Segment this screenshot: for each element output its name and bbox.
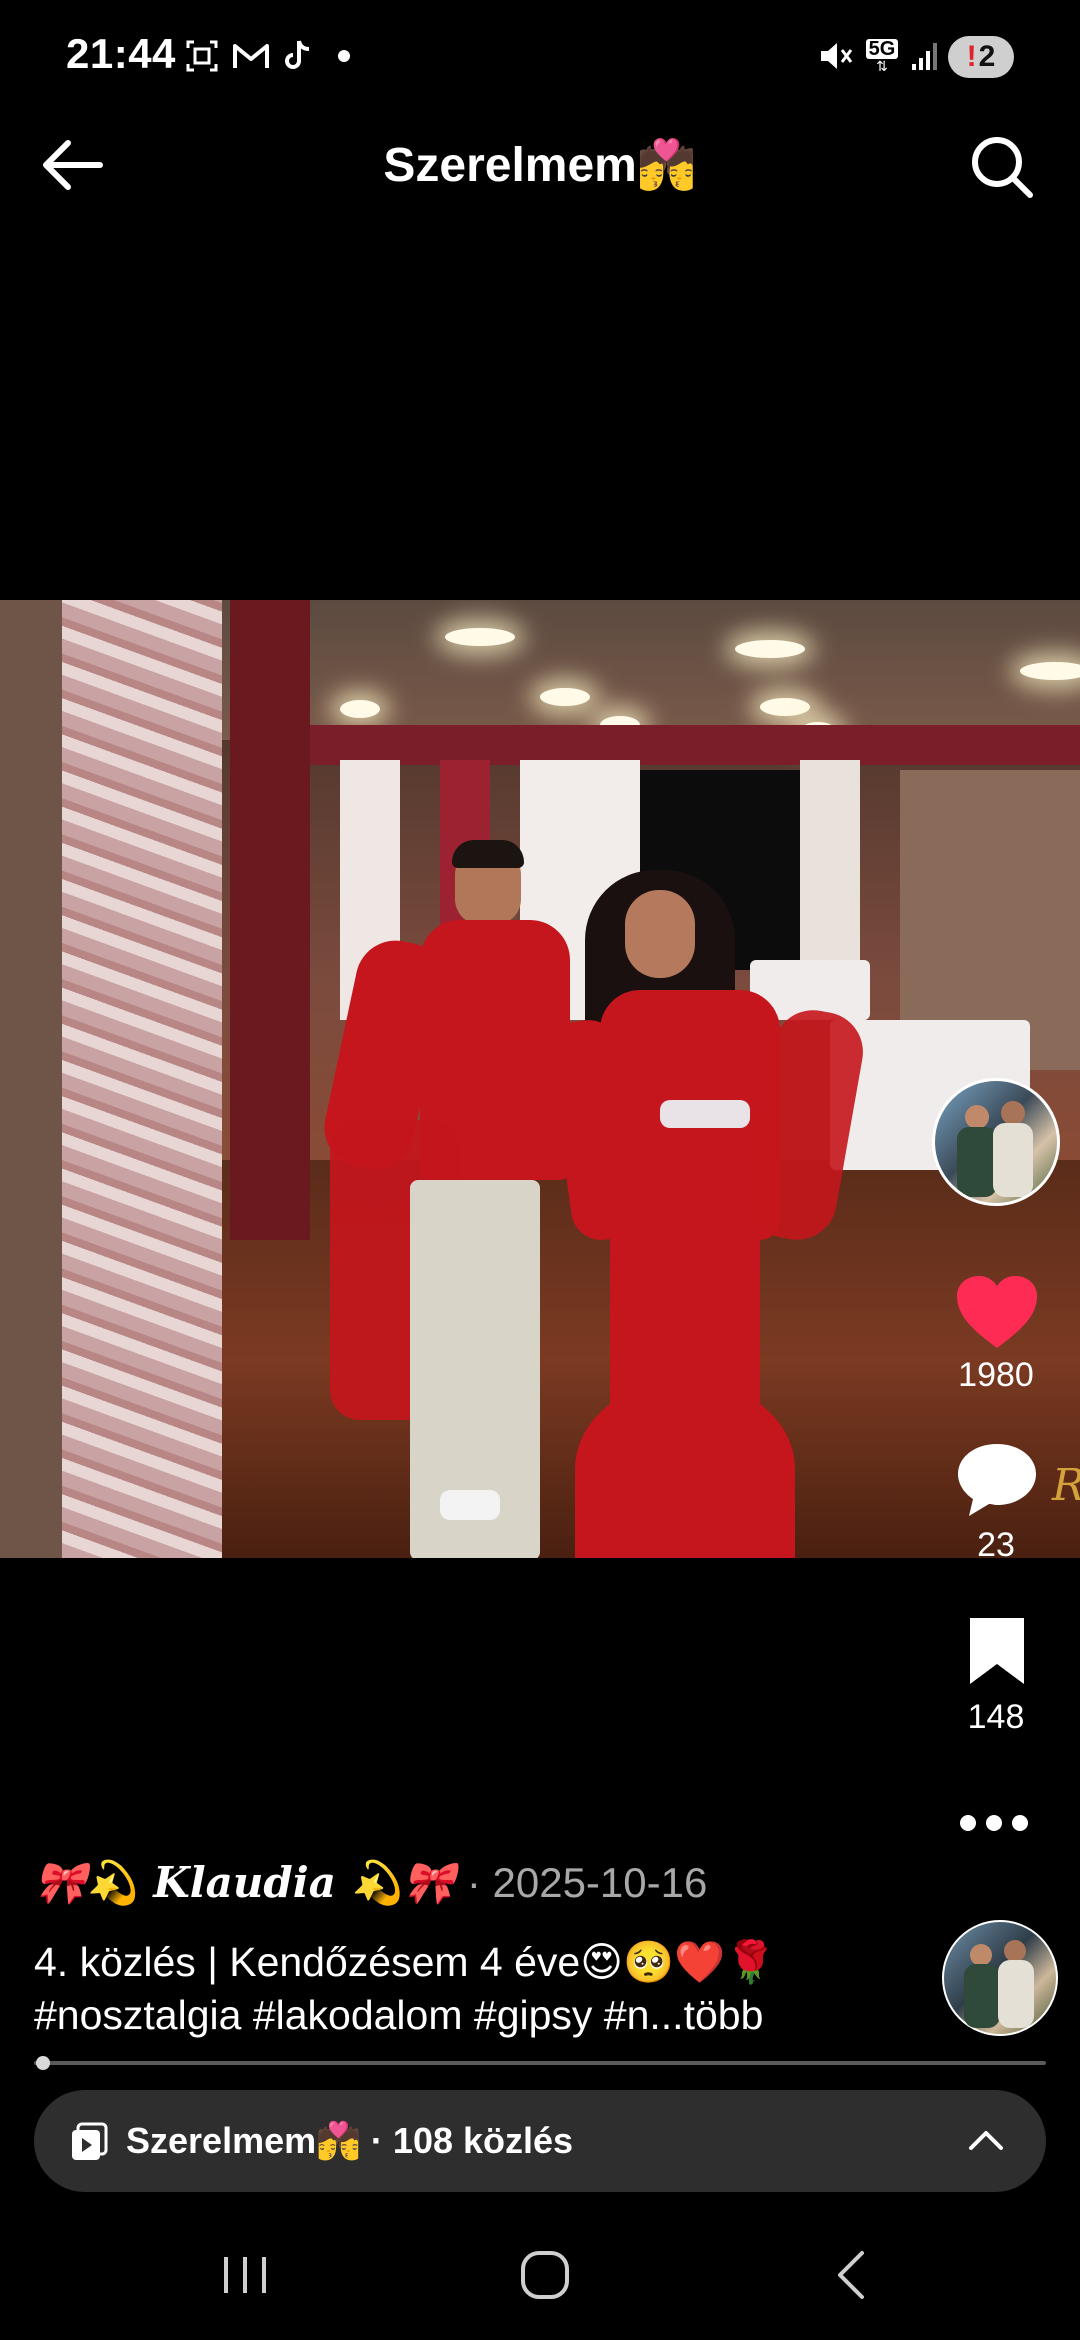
- ceiling-light: [540, 688, 590, 706]
- battery-warning: !: [966, 40, 977, 73]
- recent-apps-button[interactable]: [210, 2240, 280, 2310]
- bride-belt: [660, 1100, 750, 1128]
- system-back-button[interactable]: [816, 2240, 886, 2310]
- comment-bubble-icon: [958, 1444, 1036, 1516]
- ceiling-light: [1020, 662, 1080, 680]
- groom-hair: [452, 840, 524, 868]
- network-label: 5G: [865, 39, 899, 59]
- ceiling-light: [340, 700, 380, 718]
- video-progress-handle[interactable]: [36, 2056, 50, 2070]
- playlist-avatar[interactable]: [942, 1920, 1058, 2036]
- page-title: Szerelmem💏: [383, 139, 697, 192]
- save-button[interactable]: [962, 1614, 1032, 1690]
- video-watermark: R: [1052, 1460, 1080, 1511]
- left-wall: [0, 600, 62, 1558]
- curtain-left: [230, 600, 310, 1240]
- network-5g-icon: 5G ⇅: [862, 38, 902, 74]
- author-name[interactable]: 🎀💫 𝑲𝒍𝒂𝒖𝒅𝒊𝒂 💫🎀: [34, 1858, 455, 1907]
- heart-icon: [957, 1276, 1037, 1348]
- battery-level: 2: [978, 40, 996, 73]
- playlist-icon: [70, 2122, 110, 2162]
- battery-badge: ! 2: [948, 36, 1014, 78]
- date-separator: ·: [455, 1859, 493, 1906]
- dot-icon: [336, 38, 352, 74]
- signal-icon: [908, 38, 942, 74]
- more-dots-icon: [960, 1815, 1028, 1831]
- curtain-valance: [300, 725, 1080, 765]
- bride-dress-train: [575, 1380, 795, 1558]
- comment-button[interactable]: [952, 1440, 1042, 1524]
- tiktok-icon: [280, 38, 316, 74]
- expand-playlist-button[interactable]: [964, 2120, 1008, 2160]
- search-icon: [972, 137, 1033, 198]
- gmail-icon: [230, 38, 272, 74]
- screenshot-icon: [182, 38, 222, 74]
- groom-shoes: [440, 1490, 500, 1520]
- status-time: 21:44: [66, 30, 176, 77]
- ceiling-light: [735, 640, 805, 658]
- caption-text[interactable]: 4. közlés | Kendőzésem 4 éve😍🥺❤️🌹: [34, 1938, 776, 1987]
- bride-face: [625, 890, 695, 978]
- video-progress-track[interactable]: [34, 2061, 1046, 2065]
- ceiling-light: [760, 698, 810, 716]
- post-date: 2025-10-16: [492, 1859, 708, 1906]
- chevron-left-icon: [838, 2251, 864, 2299]
- playlist-label: Szerelmem💏 · 108 közlés: [126, 2120, 574, 2161]
- comment-count: 23: [977, 1526, 1015, 1564]
- playlist-bar[interactable]: Szerelmem💏 · 108 közlés: [34, 2090, 1046, 2192]
- recents-icon: [224, 2257, 266, 2293]
- video-player[interactable]: R: [0, 600, 1080, 1558]
- home-button[interactable]: [510, 2240, 580, 2310]
- like-button[interactable]: [950, 1272, 1044, 1358]
- mute-icon: [816, 38, 856, 74]
- decorated-pillar: [62, 600, 222, 1558]
- ceiling-light: [445, 628, 515, 646]
- like-count: 1980: [958, 1356, 1034, 1394]
- home-icon: [521, 2251, 569, 2299]
- save-count: 148: [967, 1698, 1025, 1736]
- chevron-up-icon: [969, 2131, 1003, 2150]
- creator-avatar[interactable]: [932, 1078, 1060, 1206]
- search-button[interactable]: [962, 130, 1042, 204]
- author-line: 🎀💫 𝑲𝒍𝒂𝒖𝒅𝒊𝒂 💫🎀 · 2025-10-16: [34, 1858, 707, 1908]
- caption-hashtags[interactable]: #nosztalgia #lakodalom #gipsy #n...több: [34, 1992, 763, 2039]
- more-options-button[interactable]: [960, 1808, 1036, 1838]
- bookmark-icon: [970, 1618, 1024, 1684]
